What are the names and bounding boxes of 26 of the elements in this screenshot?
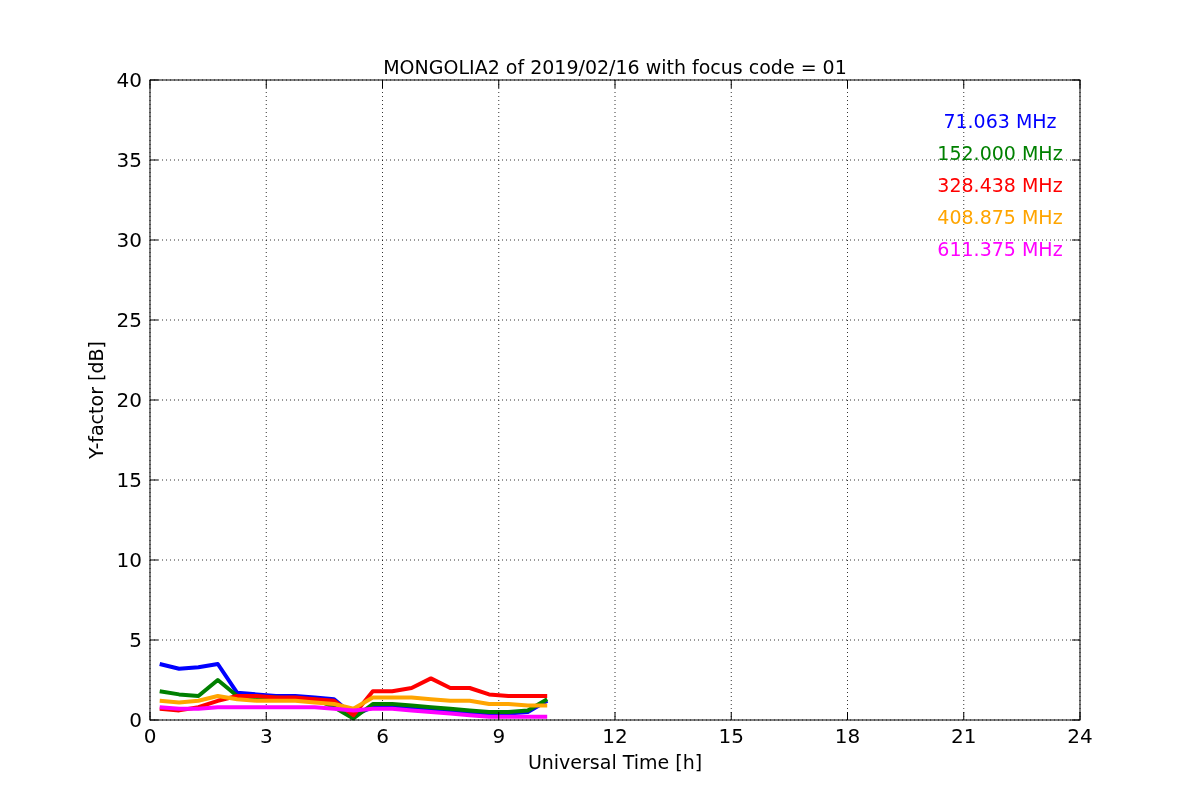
axis-label: Universal Time [h] [527,751,703,773]
tick-label: 5 [129,628,142,652]
tick-label: 10 [116,548,142,572]
axis-label: Y-factor [dB] [85,341,107,459]
legend-entry: 408.875 MHz [937,206,1063,228]
legend-entry: 152.000 MHz [937,142,1063,164]
tick-label: 25 [116,308,142,332]
tick-label: 20 [116,388,142,412]
tick-label: 15 [718,724,744,748]
tick-label: 35 [116,148,142,172]
tick-label: 3 [259,724,273,748]
tick-label: 24 [1067,724,1093,748]
tick-label: 6 [376,724,389,748]
tick-label: 30 [116,228,142,252]
tick-label: 0 [143,724,157,748]
tick-label: 9 [492,724,506,748]
tick-label: 15 [116,468,142,492]
tick-label: 12 [602,724,628,748]
tick-label: 40 [116,68,142,92]
legend-entry: 71.063 MHz [943,110,1057,132]
tick-label: 0 [129,708,142,732]
chart-title: MONGOLIA2 of 2019/02/16 with focus code = 01 [383,56,847,78]
tick-label: 18 [834,724,861,748]
legend-entry: 611.375 MHz [937,238,1063,260]
legend-entry: 328.438 MHz [937,174,1063,196]
tick-label: 21 [951,724,977,748]
